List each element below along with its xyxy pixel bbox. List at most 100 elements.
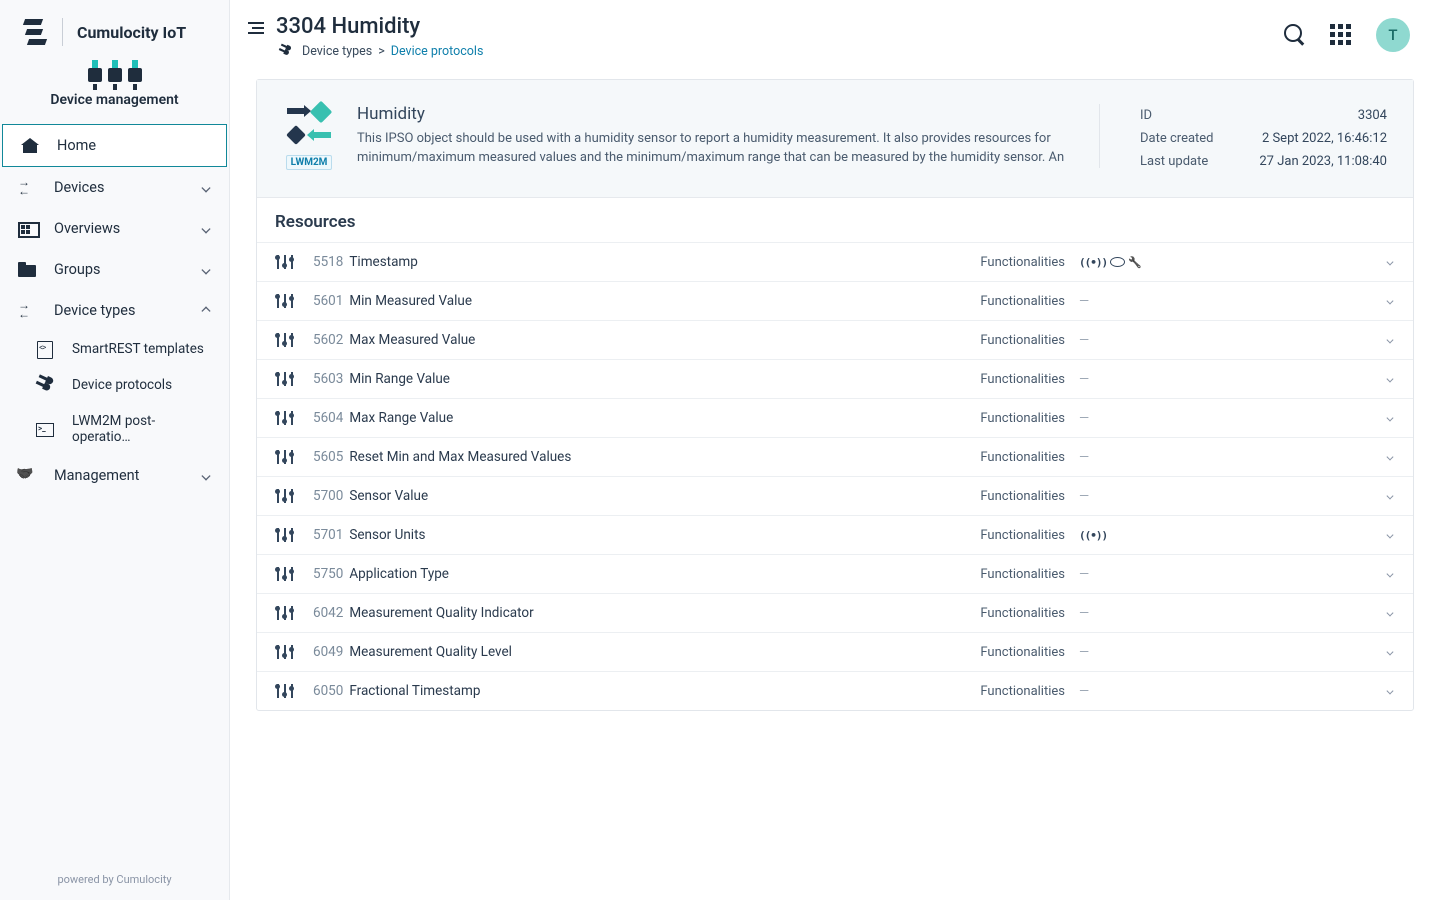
page-title: 3304 Humidity (276, 14, 1272, 39)
func-none: — (1065, 567, 1145, 582)
nav-label: Overviews (54, 220, 120, 237)
resource-name: Fractional Timestamp (349, 683, 875, 699)
resource-row[interactable]: 6049Measurement Quality LevelFunctionali… (257, 632, 1413, 671)
overviews-icon (18, 221, 38, 237)
resource-code: 5750 (313, 566, 343, 582)
func-none: — (1065, 645, 1145, 660)
resource-row[interactable]: 5604Max Range ValueFunctionalities— (257, 398, 1413, 437)
resource-name: Max Measured Value (349, 332, 875, 348)
chevron-down-icon (1386, 258, 1393, 265)
chevron-down-icon (1386, 531, 1393, 538)
collapse-sidebar-icon[interactable] (246, 22, 264, 40)
chevron-down-icon (1386, 648, 1393, 655)
chevron-down-icon (1386, 609, 1393, 616)
management-icon (18, 468, 38, 484)
func-none: — (1065, 294, 1145, 309)
brand-name: Cumulocity IoT (77, 23, 186, 42)
resource-row[interactable]: 5601Min Measured ValueFunctionalities— (257, 281, 1413, 320)
functionalities-label: Functionalities (875, 255, 1065, 270)
func-none: — (1065, 333, 1145, 348)
functionalities-label: Functionalities (875, 372, 1065, 387)
nav-overviews[interactable]: Overviews (0, 208, 229, 249)
functionalities-label: Functionalities (875, 645, 1065, 660)
func-none: — (1065, 489, 1145, 504)
module-title: Device management (0, 92, 229, 108)
breadcrumb-root[interactable]: Device types (302, 44, 372, 59)
func-none: — (1065, 450, 1145, 465)
resource-row[interactable]: 6050Fractional TimestampFunctionalities— (257, 671, 1413, 710)
nav-label: Device protocols (72, 377, 172, 393)
breadcrumb-icon (277, 43, 294, 59)
broadcast-icon (1079, 528, 1107, 543)
resource-row[interactable]: 5518 TimestampFunctionalities (257, 242, 1413, 281)
resource-row[interactable]: 5750Application TypeFunctionalities— (257, 554, 1413, 593)
functionalities-label: Functionalities (875, 294, 1065, 309)
resource-row[interactable]: 5701Sensor UnitsFunctionalities (257, 515, 1413, 554)
nav-devices[interactable]: Devices (0, 167, 229, 208)
nav-management[interactable]: Management (0, 455, 229, 496)
resource-icon (275, 292, 295, 310)
nav-device-types[interactable]: Device types (0, 290, 229, 331)
resource-name: Max Range Value (349, 410, 875, 426)
resource-code: 5601 (313, 293, 343, 309)
nav: Home Devices Overviews Groups Device typ… (0, 124, 229, 496)
module-hero: Device management (0, 56, 229, 118)
protocol-meta: ID3304 Date created2 Sept 2022, 16:46:12… (1122, 104, 1387, 173)
func-none: — (1065, 411, 1145, 426)
resource-name: Reset Min and Max Measured Values (349, 449, 875, 465)
resource-code: 6049 (313, 644, 343, 660)
protocol-icon: LWM2M (283, 104, 335, 169)
resource-name: Sensor Units (349, 527, 875, 543)
resource-row[interactable]: 5605Reset Min and Max Measured ValuesFun… (257, 437, 1413, 476)
devices-icon (18, 180, 38, 196)
func-none: — (1065, 684, 1145, 699)
resource-row[interactable]: 5700Sensor ValueFunctionalities— (257, 476, 1413, 515)
breadcrumb: Device types > Device protocols (276, 43, 1272, 59)
resource-code: 5602 (313, 332, 343, 348)
protocol-description: This IPSO object should be used with a h… (357, 130, 1079, 168)
resource-code: 6050 (313, 683, 343, 699)
chevron-down-icon (1386, 336, 1393, 343)
chevron-down-icon (201, 265, 210, 274)
chevron-down-icon (1386, 687, 1393, 694)
nav-label: SmartREST templates (72, 341, 204, 357)
nav-lwm2m-post-ops[interactable]: LWM2M post-operatio… (10, 403, 229, 455)
app-switcher-icon[interactable] (1330, 24, 1352, 46)
resource-icon (275, 409, 295, 427)
chevron-down-icon (1386, 297, 1393, 304)
smartrest-icon (36, 341, 56, 357)
chevron-down-icon (1386, 570, 1393, 577)
resource-code: 5518 (313, 254, 343, 270)
breadcrumb-current[interactable]: Device protocols (391, 44, 484, 59)
resource-icon (275, 448, 295, 466)
search-icon[interactable] (1284, 24, 1306, 46)
resources-list: 5518TimestampFunctionalities5601Min Meas… (257, 242, 1413, 710)
resource-icon (275, 331, 295, 349)
nav-label: Management (54, 467, 139, 484)
nav-device-protocols[interactable]: Device protocols (10, 367, 229, 403)
groups-icon (18, 262, 38, 278)
chevron-down-icon (201, 224, 210, 233)
broadcast-icon (1079, 255, 1107, 270)
resource-row[interactable]: 5603Min Range ValueFunctionalities— (257, 359, 1413, 398)
resource-row[interactable]: 6042Measurement Quality IndicatorFunctio… (257, 593, 1413, 632)
func-icons (1065, 255, 1145, 270)
brand-block: Cumulocity IoT (0, 0, 229, 56)
lwm2m-icon (36, 421, 56, 437)
resource-name: Application Type (349, 566, 875, 582)
eye-icon (1107, 255, 1128, 270)
chevron-down-icon (201, 471, 210, 480)
resource-row[interactable]: 5602Max Measured ValueFunctionalities— (257, 320, 1413, 359)
func-none: — (1065, 372, 1145, 387)
chevron-down-icon (1386, 414, 1393, 421)
resource-code: 5701 (313, 527, 343, 543)
nav-smartrest[interactable]: SmartREST templates (10, 331, 229, 367)
nav-home[interactable]: Home (2, 124, 227, 167)
nav-groups[interactable]: Groups (0, 249, 229, 290)
resource-name: Sensor Value (349, 488, 875, 504)
device-types-icon (18, 303, 38, 319)
avatar[interactable]: T (1376, 18, 1410, 52)
resource-name: Timestamp (349, 254, 875, 270)
nav-label: Groups (54, 261, 101, 278)
nav-label: Devices (54, 179, 104, 196)
